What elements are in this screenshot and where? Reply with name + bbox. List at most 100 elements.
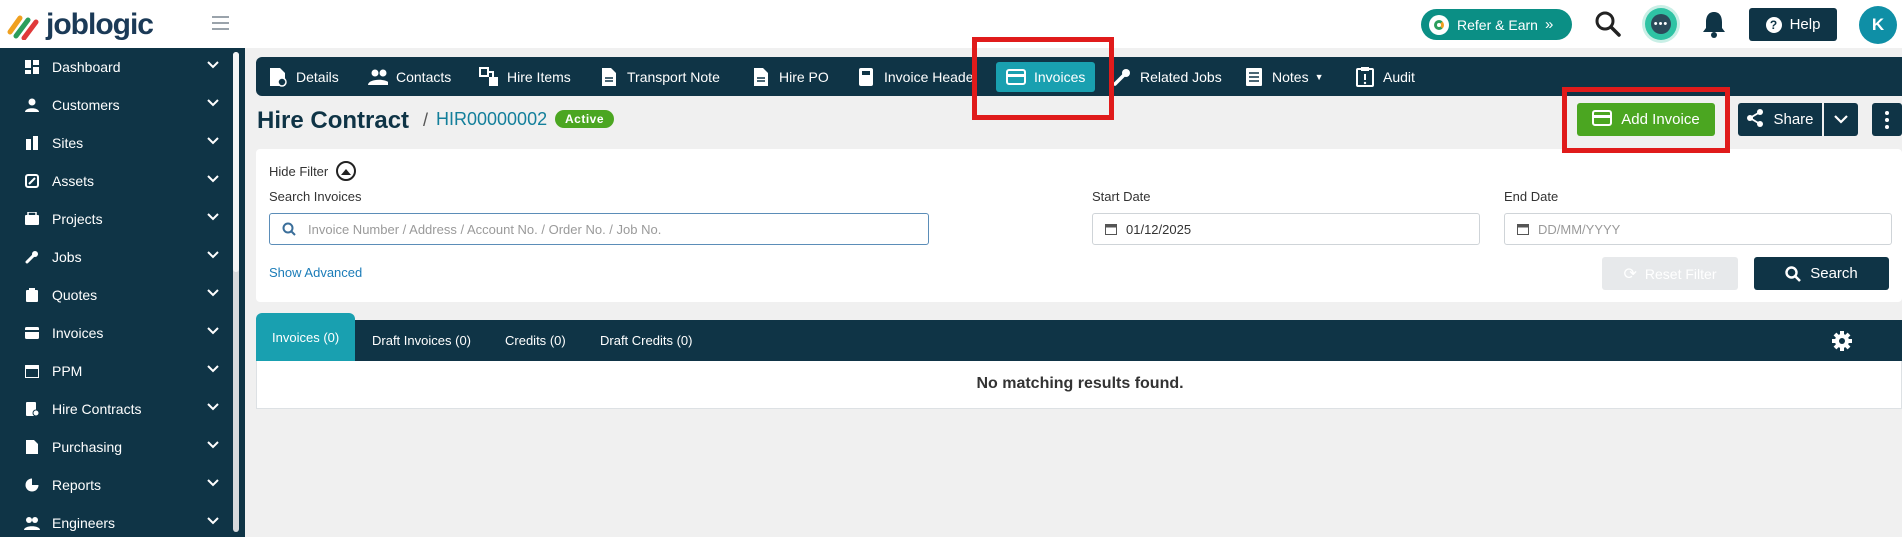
sidebar-scrollbar[interactable]: [233, 52, 239, 532]
more-options-icon[interactable]: [1872, 103, 1902, 136]
chevron-down-icon: [207, 517, 219, 525]
results-tab-bar: Invoices (0) Draft Invoices (0) Credits …: [256, 313, 1902, 361]
tab-hire-po[interactable]: Hire PO: [751, 57, 829, 96]
refresh-icon: ⟳: [1623, 265, 1637, 283]
reset-filter-label: Reset Filter: [1644, 265, 1717, 282]
hire-contract-icon: [24, 401, 40, 417]
details-icon: [268, 67, 288, 87]
gear-icon[interactable]: [1831, 330, 1853, 357]
document-icon: [24, 439, 40, 455]
tab-label: Hire Items: [507, 68, 571, 85]
tab-label: Credits: [505, 333, 547, 348]
notes-icon: [1244, 67, 1264, 87]
menu-toggle-icon[interactable]: [212, 16, 229, 34]
search-icon: [282, 222, 296, 236]
share-button[interactable]: Share: [1738, 103, 1822, 136]
chevron-down-icon: [207, 137, 219, 145]
contacts-icon: [368, 67, 388, 87]
logo[interactable]: joblogic: [6, 8, 154, 42]
sidebar-item-engineers[interactable]: Engineers: [0, 504, 245, 537]
sidebar-item-label: PPM: [52, 363, 83, 379]
tab-transport-note[interactable]: Transport Note: [599, 57, 720, 96]
sidebar-item-assets[interactable]: Assets: [0, 162, 245, 200]
sidebar-item-label: Quotes: [52, 287, 98, 303]
sidebar: Dashboard Customers Sites Assets Project…: [0, 48, 245, 537]
tab-count: (0): [549, 333, 566, 348]
end-date-field[interactable]: DD/MM/YYYY: [1504, 213, 1892, 245]
help-button[interactable]: ? Help: [1749, 8, 1837, 41]
tab-label: Related Jobs: [1140, 68, 1222, 85]
sidebar-item-ppm[interactable]: PPM: [0, 352, 245, 390]
sidebar-item-sites[interactable]: Sites: [0, 124, 245, 162]
search-invoices-placeholder: Invoice Number / Address / Account No. /…: [308, 221, 662, 237]
sidebar-item-dashboard[interactable]: Dashboard: [0, 48, 245, 86]
notification-bell-icon[interactable]: [1701, 9, 1727, 44]
calculator-icon: [856, 67, 876, 87]
chevron-down-icon: [207, 213, 219, 221]
sidebar-item-customers[interactable]: Customers: [0, 86, 245, 124]
calendar-icon: [1105, 224, 1117, 235]
sidebar-item-label: Customers: [52, 97, 120, 113]
tab-details[interactable]: Details: [268, 57, 339, 96]
chevron-down-icon: [207, 441, 219, 449]
card-icon: [1006, 67, 1026, 87]
wrench-icon: [24, 249, 40, 265]
refer-earn-button[interactable]: Refer & Earn »: [1421, 9, 1572, 40]
end-date-label: End Date: [1504, 189, 1559, 204]
tab-invoices[interactable]: Invoices: [996, 62, 1096, 92]
show-advanced-link[interactable]: Show Advanced: [269, 265, 362, 280]
sidebar-item-purchasing[interactable]: Purchasing: [0, 428, 245, 466]
hire-items-icon: [479, 66, 499, 87]
engineers-icon: [24, 515, 40, 531]
tab-draft-invoices[interactable]: Draft Invoices (0): [372, 320, 471, 361]
document-icon: [599, 67, 619, 87]
tab-label: Transport Note: [627, 68, 720, 85]
hide-filter-toggle[interactable]: Hide Filter: [269, 161, 357, 181]
tab-draft-credits[interactable]: Draft Credits (0): [600, 320, 692, 361]
tab-invoices-results[interactable]: Invoices (0): [256, 313, 356, 361]
share-dropdown-button[interactable]: [1824, 103, 1858, 136]
chevron-down-icon: [207, 251, 219, 259]
sidebar-item-label: Purchasing: [52, 439, 123, 455]
card-icon: [1592, 109, 1613, 130]
search-icon[interactable]: [1594, 10, 1622, 43]
tab-hire-items[interactable]: Hire Items: [479, 57, 571, 96]
empty-results-message: No matching results found.: [976, 375, 1184, 392]
start-date-value: 01/12/2025: [1126, 221, 1192, 237]
double-chevron-right-icon: »: [1544, 16, 1554, 33]
building-icon: [24, 135, 40, 151]
sidebar-item-jobs[interactable]: Jobs: [0, 238, 245, 276]
start-date-field[interactable]: 01/12/2025: [1092, 213, 1480, 245]
chevron-down-icon: [207, 327, 219, 335]
tab-invoice-header[interactable]: Invoice Heade: [856, 57, 974, 96]
top-bar: joblogic Refer & Earn » ••• ? Help K: [0, 0, 1902, 48]
user-avatar[interactable]: K: [1859, 6, 1897, 44]
chevron-down-icon: [207, 175, 219, 183]
add-invoice-button[interactable]: Add Invoice: [1577, 103, 1715, 136]
sidebar-item-hire-contracts[interactable]: Hire Contracts: [0, 390, 245, 428]
chat-icon[interactable]: •••: [1645, 8, 1677, 40]
search-button[interactable]: Search: [1754, 257, 1889, 290]
calendar-icon: [24, 363, 40, 379]
start-date-label: Start Date: [1092, 189, 1151, 204]
sidebar-item-quotes[interactable]: Quotes: [0, 276, 245, 314]
sidebar-item-label: Hire Contracts: [52, 401, 142, 417]
sidebar-item-invoices[interactable]: Invoices: [0, 314, 245, 352]
reset-filter-button[interactable]: ⟳ Reset Filter: [1602, 257, 1738, 290]
sidebar-item-label: Dashboard: [52, 59, 121, 75]
sidebar-item-projects[interactable]: Projects: [0, 200, 245, 238]
tab-audit[interactable]: Audit: [1355, 57, 1415, 96]
tab-related-jobs[interactable]: Related Jobs: [1112, 57, 1222, 96]
tab-contacts[interactable]: Contacts: [368, 57, 451, 96]
sidebar-item-reports[interactable]: Reports: [0, 466, 245, 504]
question-icon: ?: [1765, 16, 1782, 33]
tab-notes[interactable]: Notes ▼: [1244, 57, 1324, 96]
chevron-down-icon: [207, 403, 219, 411]
share-icon: [1746, 108, 1764, 131]
search-invoices-input[interactable]: Invoice Number / Address / Account No. /…: [269, 213, 929, 245]
refer-earn-label: Refer & Earn: [1457, 16, 1538, 33]
tab-label: Notes: [1272, 68, 1309, 85]
tab-credits[interactable]: Credits (0): [505, 320, 566, 361]
sidebar-item-label: Reports: [52, 477, 102, 493]
card-icon: [24, 325, 40, 341]
